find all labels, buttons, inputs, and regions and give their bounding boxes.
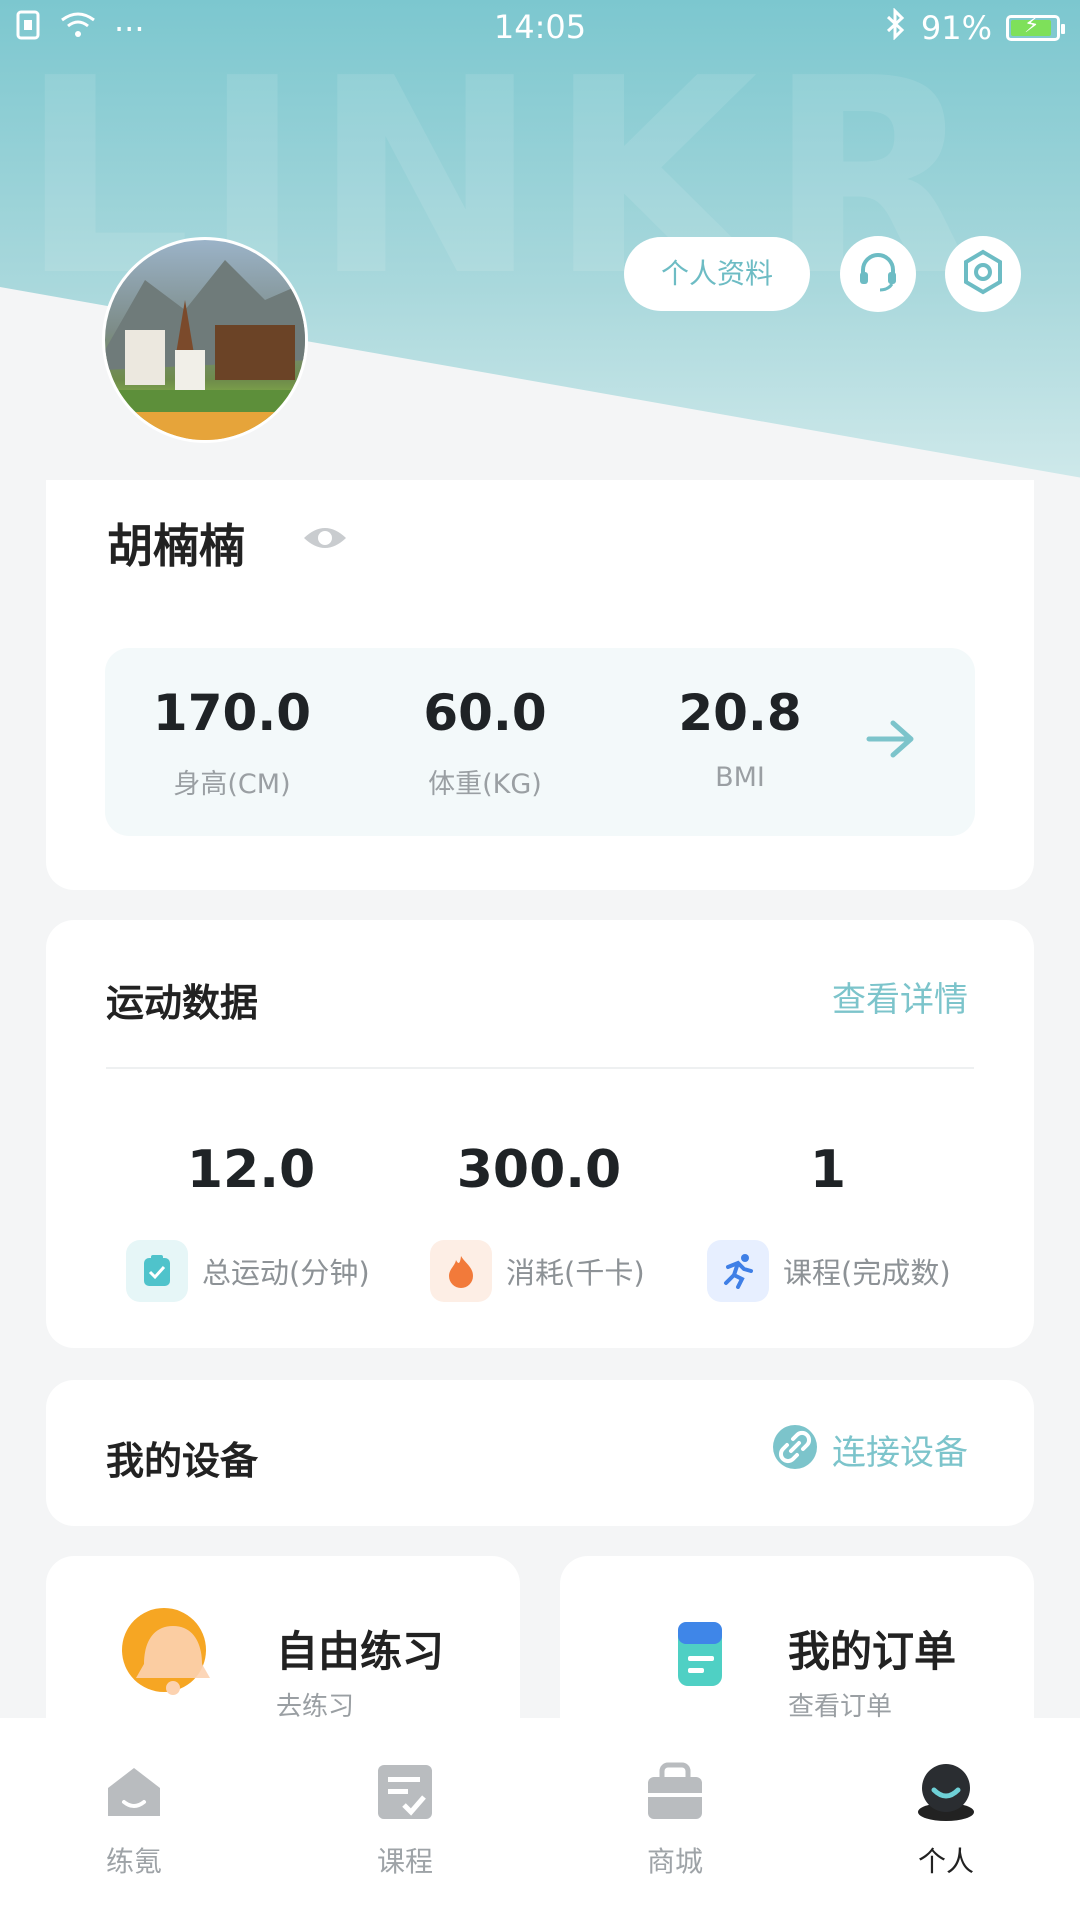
stat-value: 60.0	[423, 684, 547, 742]
settings-button[interactable]	[945, 236, 1021, 312]
sport-value-minutes: 12.0	[186, 1140, 316, 1200]
clipboard-check-icon	[126, 1240, 188, 1302]
stat-value: 20.8	[678, 684, 802, 742]
stat-label: 身高(CM)	[173, 769, 291, 800]
tab-label: 练氪	[105, 1845, 162, 1878]
profile-info-button[interactable]: 个人资料	[624, 237, 810, 311]
tile-title: 自由练习	[276, 1627, 445, 1676]
tile-title: 我的订单	[788, 1627, 957, 1676]
headset-icon	[854, 248, 902, 300]
tab-profile[interactable]: 个人	[876, 1758, 1016, 1880]
view-details-link[interactable]: 查看详情	[832, 972, 968, 1021]
sport-item-courses: 课程(完成数)	[707, 1240, 951, 1302]
profile-icon	[876, 1758, 1016, 1826]
battery-percent: 91%	[920, 9, 992, 47]
body-stats[interactable]: 170.0 身高(CM) 60.0 体重(KG) 20.8 BMI	[105, 648, 975, 836]
tab-label: 商城	[646, 1845, 703, 1878]
stat-label: 体重(KG)	[428, 769, 542, 800]
sport-label: 总运动(分钟)	[202, 1256, 370, 1290]
home-icon	[64, 1758, 204, 1826]
eye-icon[interactable]	[302, 518, 348, 562]
tab-course[interactable]: 课程	[335, 1758, 475, 1880]
order-doc-icon	[670, 1616, 734, 1698]
stat-height: 170.0 身高(CM)	[132, 684, 332, 801]
stat-bmi: 20.8 BMI	[640, 684, 840, 793]
course-icon	[335, 1758, 475, 1826]
bell-icon	[118, 1604, 228, 1718]
hexagon-settings-icon	[959, 248, 1007, 300]
stat-value: 170.0	[152, 684, 312, 742]
sport-label: 消耗(千卡)	[506, 1256, 645, 1290]
sport-item-minutes: 总运动(分钟)	[126, 1240, 370, 1302]
avatar[interactable]	[102, 237, 308, 443]
divider	[106, 1067, 974, 1069]
stat-label: BMI	[715, 762, 765, 793]
stat-weight: 60.0 体重(KG)	[385, 684, 585, 801]
devices-title: 我的设备	[106, 1439, 259, 1483]
link-icon	[772, 1424, 818, 1474]
runner-icon	[707, 1240, 769, 1302]
sport-value-calories: 300.0	[456, 1140, 622, 1200]
sport-label: 课程(完成数)	[783, 1256, 951, 1290]
shop-bag-icon	[605, 1758, 745, 1826]
tab-label: 课程	[376, 1845, 433, 1878]
status-bar: ··· 14:05 91% ⚡	[0, 0, 1080, 58]
connect-device-button[interactable]: 连接设备	[772, 1424, 968, 1474]
connect-device-label: 连接设备	[832, 1432, 968, 1473]
arrow-right-icon	[865, 718, 917, 764]
support-button[interactable]	[840, 236, 916, 312]
flame-icon	[430, 1240, 492, 1302]
sport-value-courses: 1	[809, 1140, 847, 1200]
sport-data-title: 运动数据	[106, 981, 259, 1025]
battery-icon: ⚡	[1006, 13, 1065, 41]
sport-item-calories: 消耗(千卡)	[430, 1240, 645, 1302]
tab-home[interactable]: 练氪	[64, 1758, 204, 1880]
bluetooth-icon	[885, 7, 907, 48]
user-name: 胡楠楠	[107, 519, 245, 573]
tab-shop[interactable]: 商城	[605, 1758, 745, 1880]
tab-bar: 练氪 课程 商城 个人	[0, 1718, 1080, 1920]
tab-label: 个人	[917, 1845, 974, 1878]
